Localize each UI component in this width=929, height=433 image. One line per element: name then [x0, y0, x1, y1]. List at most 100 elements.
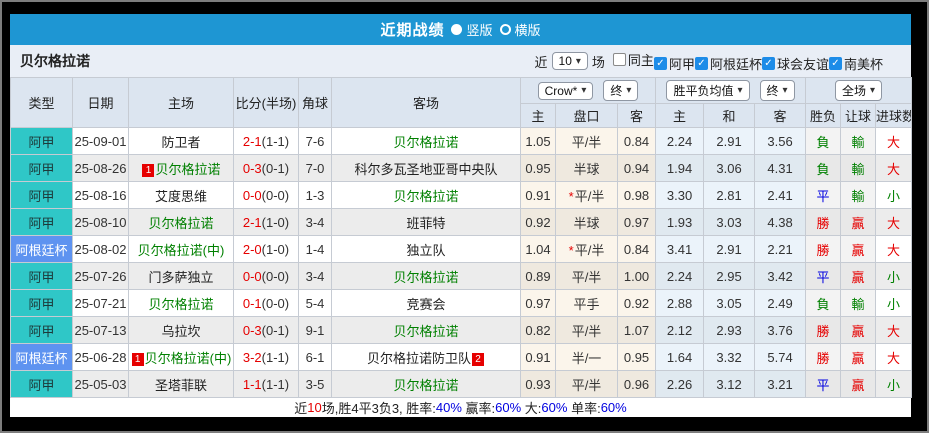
team-name: 贝尔格拉诺 — [20, 53, 90, 69]
home-team-name: 贝尔格拉诺(中) — [137, 242, 225, 258]
odds-source-select[interactable]: Crow* — [537, 81, 594, 100]
radio-selected-icon[interactable] — [451, 24, 463, 35]
away-team-cell: 贝尔格拉诺 — [331, 262, 521, 290]
away-team-cell: 贝尔格拉诺 — [331, 127, 521, 155]
away-team-name: 独立队 — [406, 242, 446, 258]
handicap-home-odds: 0.89 — [520, 262, 556, 290]
result-flag: 贏 — [851, 242, 865, 258]
live-odds-star: * — [568, 242, 574, 258]
halftime-score: (0-0) — [261, 187, 290, 203]
filter-checkbox-球会友谊[interactable]: ✓ 球会友谊 — [761, 54, 829, 73]
recent-count-select[interactable]: 10 — [551, 52, 588, 70]
checkbox-checked-icon[interactable]: ✓ — [653, 56, 667, 70]
result-flag: 小 — [887, 269, 901, 285]
score-cell: 2-1(1-1) — [233, 127, 299, 155]
fulltime-select[interactable]: 全场 — [835, 80, 883, 101]
summary-segment: 60% — [600, 400, 627, 415]
score-cell: 0-0(0-0) — [233, 262, 299, 290]
home-team-cell: 门多萨独立 — [128, 262, 234, 290]
result-flag: 大 — [887, 323, 901, 339]
checkbox-label: 阿根廷杯 — [709, 56, 762, 72]
result-wdl-cell: 負 — [805, 289, 842, 317]
avg-win-odds: 1.64 — [655, 343, 705, 371]
handicap-home-odds: 0.91 — [520, 181, 556, 209]
result-wdl-cell: 負 — [805, 154, 842, 182]
result-wdl-cell: 勝 — [805, 208, 842, 236]
result-goals-cell: 小 — [875, 370, 913, 398]
filter-checkbox-同主[interactable]: 同主 — [612, 50, 654, 69]
filter-checkbox-阿根廷杯[interactable]: ✓ 阿根廷杯 — [694, 54, 762, 73]
red-number-badge: 1 — [142, 163, 155, 177]
halftime-score: (1-0) — [261, 241, 290, 257]
checkbox-checked-icon[interactable]: ✓ — [694, 56, 708, 70]
filter-checkbox-南美杯[interactable]: ✓ 南美杯 — [828, 54, 883, 73]
col-header-home: 主场 — [128, 77, 234, 128]
fulltime-score: 2-0 — [242, 241, 262, 257]
avg-win-odds: 2.24 — [655, 262, 705, 290]
avg-lose-odds: 3.76 — [754, 316, 807, 344]
filter-checkbox-阿甲[interactable]: ✓ 阿甲 — [653, 54, 695, 73]
corners-cell: 9-1 — [298, 316, 332, 344]
subcol-handicap-home: 主 — [520, 103, 556, 128]
home-team-cell: 贝尔格拉诺 — [128, 208, 234, 236]
result-goals-cell: 大 — [875, 235, 913, 263]
avg-draw-odds: 3.12 — [703, 370, 756, 398]
halftime-score: (0-1) — [261, 160, 290, 176]
checkbox-checked-icon[interactable]: ✓ — [761, 56, 775, 70]
odds-final-select[interactable]: 终 — [603, 80, 639, 101]
checkbox-label: 阿甲 — [668, 56, 695, 72]
result-flag: 大 — [887, 161, 901, 177]
date-cell: 25-07-13 — [72, 316, 129, 344]
checkbox-unchecked-icon[interactable] — [612, 52, 626, 66]
match-row: 阿甲 25-07-21 贝尔格拉诺 0-1(0-0) 5-4 竞赛会 0.97 平手 0.92 2… — [10, 289, 913, 317]
corners-cell: 1-3 — [298, 181, 332, 209]
avg-win-odds: 2.12 — [655, 316, 705, 344]
recent-matches-table: 类型 日期 主场 比分(半场) 角球 客场 Crow* 终 胜平负均值 终 — [10, 77, 913, 398]
avg-win-odds: 1.93 — [655, 208, 705, 236]
result-handicap-cell: 贏 — [840, 235, 877, 263]
checkbox-checked-icon[interactable]: ✓ — [828, 56, 842, 70]
halftime-score: (1-1) — [261, 376, 290, 392]
summary-segment: 60% — [541, 400, 568, 415]
subcol-avg-draw: 和 — [703, 103, 756, 128]
handicap-away-odds: 0.96 — [616, 370, 657, 398]
subcol-handicap-away: 客 — [616, 103, 657, 128]
match-row: 阿甲 25-07-26 门多萨独立 0-0(0-0) 3-4 贝尔格拉诺 0.89 平/半 1.… — [10, 262, 913, 290]
result-wdl-cell: 勝 — [805, 235, 842, 263]
live-odds-star: * — [568, 188, 574, 204]
handicap-home-odds: 1.05 — [520, 127, 556, 155]
handicap-line-cell: 平/半 — [555, 370, 618, 398]
match-row: 阿甲 25-08-26 1 贝尔格拉诺 0-3(0-1) 7-0 科尔多瓦圣地亚哥中央队 0.… — [10, 154, 913, 182]
home-team-name: 贝尔格拉诺 — [148, 215, 214, 231]
halftime-score: (0-1) — [261, 322, 290, 338]
result-goals-cell: 大 — [875, 154, 913, 182]
home-team-cell: 艾度思维 — [128, 181, 234, 209]
score-cell: 0-0(0-0) — [233, 181, 299, 209]
title-bar: 近期战绩 竖版 横版 — [10, 14, 911, 45]
halftime-score: (1-1) — [261, 349, 290, 365]
radio-label: 竖版 — [466, 23, 493, 38]
avg-final-select[interactable]: 终 — [759, 80, 795, 101]
summary-segment: 单率: — [567, 401, 601, 416]
radio-unselected-icon[interactable] — [499, 24, 511, 35]
away-team-name: 贝尔格拉诺 — [393, 323, 459, 339]
result-flag: 勝 — [816, 215, 830, 231]
layout-radio-horizontal[interactable]: 横版 — [499, 20, 541, 39]
handicap-home-odds: 0.92 — [520, 208, 556, 236]
avg-win-odds: 2.88 — [655, 289, 705, 317]
summary-segment: 近 — [294, 401, 308, 416]
layout-radio-vertical[interactable]: 竖版 — [451, 20, 493, 39]
date-cell: 25-08-26 — [72, 154, 129, 182]
result-flag: 小 — [887, 188, 901, 204]
result-wdl-cell: 平 — [805, 262, 842, 290]
avg-lose-odds: 2.49 — [754, 289, 807, 317]
result-goals-cell: 大 — [875, 127, 913, 155]
handicap-away-odds: 1.00 — [616, 262, 657, 290]
home-team-name: 贝尔格拉诺 — [155, 161, 221, 177]
avg-lose-odds: 2.41 — [754, 181, 807, 209]
home-team-name: 乌拉坎 — [161, 323, 201, 339]
checkbox-label: 球会友谊 — [776, 56, 829, 72]
competition-checkboxes: 同主 ✓ 阿甲 ✓ 阿根廷杯 ✓ 球会友谊 ✓ 南美杯 — [612, 50, 883, 73]
avg-odds-select[interactable]: 胜平负均值 — [666, 80, 750, 101]
summary-segment: 60% — [495, 400, 522, 415]
